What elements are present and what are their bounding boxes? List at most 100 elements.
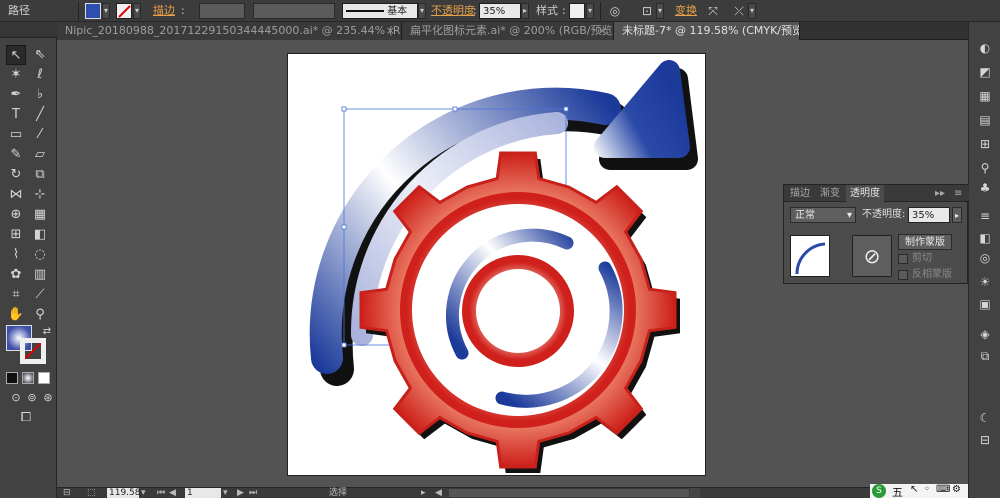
lasso-tool-icon[interactable]: ℓ [30,65,50,85]
artwork[interactable] [287,53,707,477]
brush-definition-select[interactable]: 基本 [342,3,418,19]
close-tab-icon[interactable]: × [386,22,395,40]
artboard-dropdown-icon[interactable]: ▾ [223,488,228,498]
panel-menu-icon[interactable]: ≡ [950,185,966,202]
properties-icon[interactable]: ⊟ [977,432,993,448]
gradient-mode-icon[interactable] [22,372,34,384]
direct-selection-tool-icon[interactable]: ⇖ [30,45,50,65]
stroke-panel-link[interactable]: 描边 [153,3,175,19]
stroke-dropdown-icon[interactable]: ▾ [133,3,141,19]
draw-inside-icon[interactable]: ⊛ [38,388,58,408]
appearance-icon[interactable]: ☀ [977,274,993,290]
screen-mode-icon[interactable]: ⬚ [87,488,96,498]
stroke-swatch[interactable] [116,3,132,19]
opacity-panel-link[interactable]: 不透明度 [431,3,475,19]
layers-icon[interactable]: ◈ [977,326,993,342]
symbols-icon[interactable]: ♣ [977,180,993,196]
type-tool-icon[interactable]: T [6,105,26,125]
wubi-input-icon[interactable]: 五 [892,484,903,498]
status-arrow-icon[interactable]: ▸ [421,488,426,498]
line-segment-tool-icon[interactable]: ╱ [30,105,50,125]
invert-mask-checkbox[interactable] [898,270,908,280]
symbol-sprayer-tool-icon[interactable]: ✿ [6,265,26,285]
document-tab-1[interactable]: Nipic_20180988_20171229150344445000.ai* … [57,22,402,40]
transform-panel-link[interactable]: 变换 [675,3,697,19]
brush-library-icon[interactable]: ⚲ [977,160,993,176]
clip-checkbox[interactable] [898,254,908,264]
artboard-number-field[interactable]: 1 [185,488,221,498]
tools-panel-grip[interactable] [0,22,57,38]
pathfinder-icon[interactable]: ⊞ [977,136,993,152]
graphic-styles-icon[interactable]: ▣ [977,296,993,312]
gradient-panel-icon[interactable]: ◧ [977,230,993,246]
gear-center-ring[interactable] [462,255,574,367]
punctuation-icon[interactable]: ◦ [924,484,930,495]
align-to-icon[interactable]: ⊡ [638,3,656,19]
links-icon[interactable]: ☾ [977,410,993,426]
eraser-tool-icon[interactable]: ▱ [30,145,50,165]
magic-wand-tool-icon[interactable]: ✶ [6,65,26,85]
blend-tool-icon[interactable]: ◌ [30,245,50,265]
close-tab-icon[interactable]: × [784,22,793,40]
document-tab-2[interactable]: 扁平化图标元素.ai* @ 200% (RGB/预览) × [402,22,614,40]
variable-width-profile[interactable] [253,3,335,19]
object-thumbnail[interactable] [790,235,830,277]
next-artboard-icon[interactable]: ▶ [237,488,244,498]
brushes-icon[interactable]: ▤ [977,112,993,128]
pen-tool-icon[interactable]: ✒ [6,85,26,105]
mask-placeholder-icon[interactable]: ⊘ [852,235,892,277]
graphic-style-swatch[interactable] [569,3,585,19]
color-mode-icon[interactable] [6,372,18,384]
isolate-selection-icon[interactable]: ⤧ [704,3,722,19]
blend-mode-select[interactable]: 正常 ▾ [790,207,856,223]
width-tool-icon[interactable]: ⋈ [6,185,26,205]
curvature-tool-icon[interactable]: ♭ [30,85,50,105]
slice-tool-icon[interactable]: ⟋ [30,285,50,305]
make-mask-button[interactable]: 制作蒙版 [898,234,952,250]
stroke-panel-icon[interactable]: ≡ [977,208,993,224]
selection-tool-icon[interactable]: ↖ [6,45,26,65]
rectangle-tool-icon[interactable]: ▭ [6,125,26,145]
horizontal-scrollbar[interactable] [449,489,689,497]
opacity-field[interactable]: 35% [479,3,521,19]
settings-icon[interactable]: ⚙ [952,484,961,495]
document-tab-3[interactable]: 未标题-7* @ 119.58% (CMYK/预览) × [614,22,800,40]
color-panel-icon[interactable]: ◐ [977,40,993,56]
transparency-panel-icon[interactable]: ◎ [977,250,993,266]
stroke-weight-field[interactable] [199,3,245,19]
close-tab-icon[interactable]: × [598,22,607,40]
input-method-icon[interactable]: S [872,484,886,498]
scroll-left-icon[interactable]: ◀ [435,488,442,498]
fill-dropdown-icon[interactable]: ▾ [102,3,110,19]
tray-icon[interactable]: ↖ [910,484,918,495]
color-guide-icon[interactable]: ◩ [977,64,993,80]
brush-dropdown-icon[interactable]: ▾ [418,3,426,19]
tab-stroke[interactable]: 描边 [786,185,814,202]
scroll-thumb[interactable] [690,488,700,498]
artboard-tool-icon[interactable]: ⌗ [6,285,26,305]
artboards-icon[interactable]: ⧉ [977,348,993,364]
column-graph-tool-icon[interactable]: ▥ [30,265,50,285]
swatches-icon[interactable]: ▦ [977,88,993,104]
previous-artboard-icon[interactable]: ◀ [169,488,176,498]
opacity-arrow-icon[interactable]: ▸ [952,207,962,223]
perspective-grid-tool-icon[interactable]: ▦ [30,205,50,225]
swap-fill-stroke-icon[interactable]: ⇄ [37,322,57,342]
scale-tool-icon[interactable]: ⧉ [30,165,50,185]
tab-transparency[interactable]: 透明度 [846,185,884,202]
eyedropper-tool-icon[interactable]: ⌇ [6,245,26,265]
first-artboard-icon[interactable]: ⏮ [157,488,165,498]
gradient-tool-icon[interactable]: ◧ [30,225,50,245]
tab-gradient[interactable]: 渐变 [816,185,844,202]
opacity-arrow-icon[interactable]: ▸ [521,3,529,19]
mesh-tool-icon[interactable]: ⊞ [6,225,26,245]
opacity-input[interactable]: 35% [908,207,950,223]
screen-mode-icon[interactable]: ⧠ [16,408,36,428]
zoom-field[interactable]: 119.58 [107,488,141,498]
reflect-dropdown-icon[interactable]: ▾ [748,3,756,19]
keyboard-icon[interactable]: ⌨ [936,484,950,495]
last-artboard-icon[interactable]: ⏭ [249,488,257,498]
align-dropdown-icon[interactable]: ▾ [656,3,664,19]
recolor-artwork-icon[interactable]: ◎ [606,3,624,19]
panel-collapse-icon[interactable]: ▸▸ [931,185,949,202]
